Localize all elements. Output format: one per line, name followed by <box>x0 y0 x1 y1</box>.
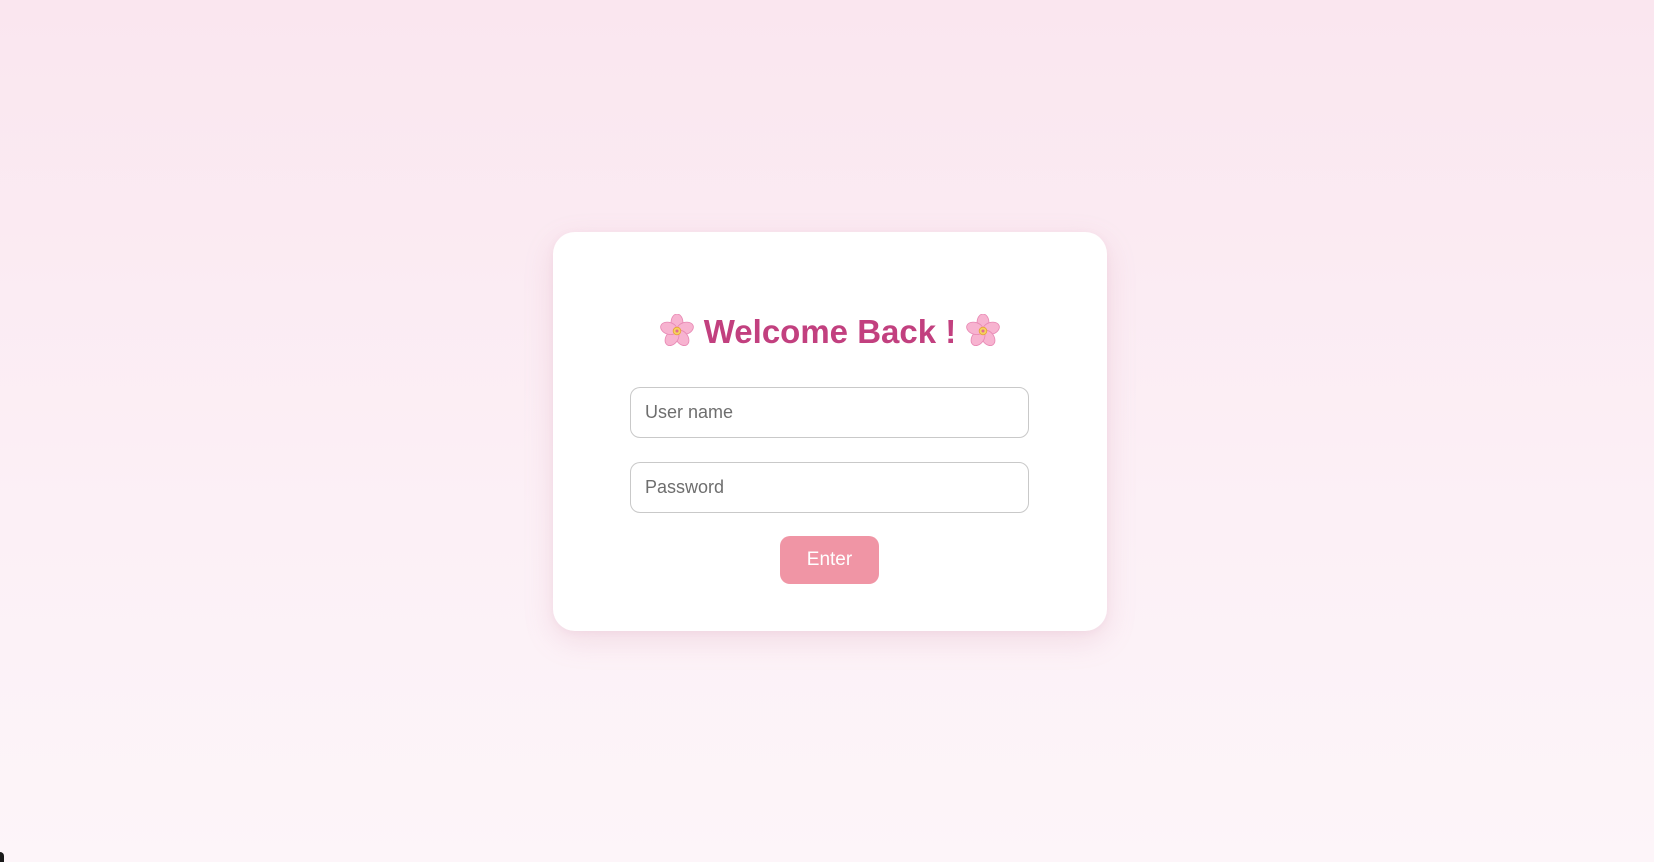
welcome-heading: Welcome Back ! <box>553 312 1107 352</box>
page-title: Welcome Back ! <box>703 313 957 350</box>
username-input[interactable] <box>630 387 1029 438</box>
login-card: Welcome Back ! Enter <box>553 232 1107 631</box>
password-input[interactable] <box>630 462 1029 513</box>
cherry-blossom-icon <box>659 314 694 347</box>
cherry-blossom-icon <box>966 314 1001 347</box>
window-corner <box>0 852 4 862</box>
enter-button[interactable]: Enter <box>780 536 879 584</box>
